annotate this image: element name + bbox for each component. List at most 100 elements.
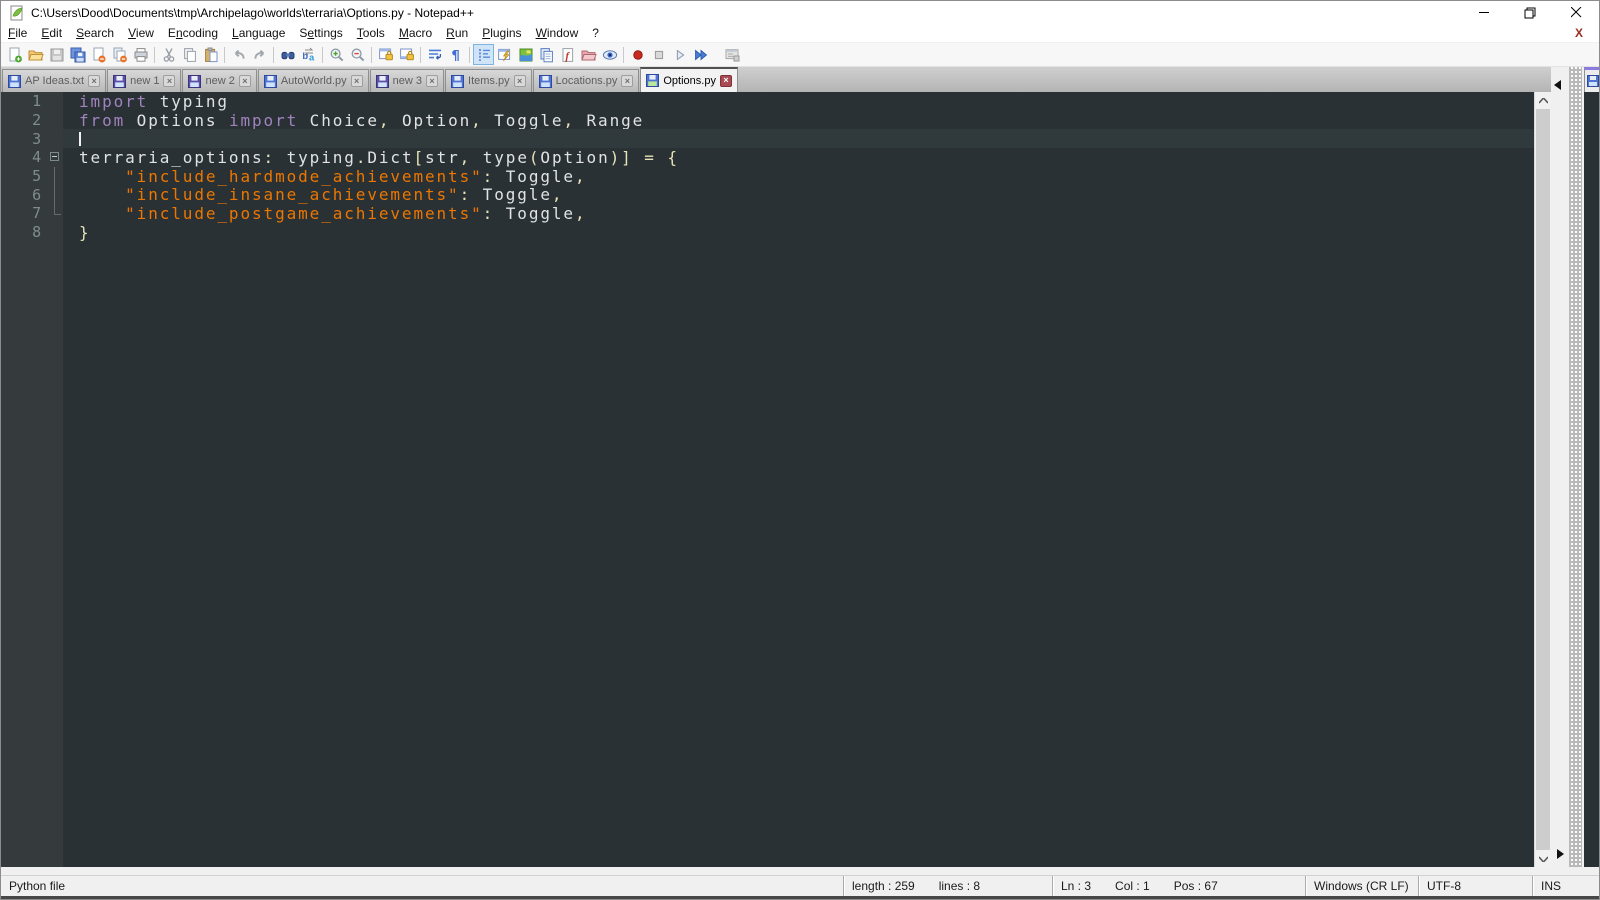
menu-window[interactable]: Window: [529, 24, 586, 42]
line-number: 8: [32, 223, 43, 242]
tab-close-icon[interactable]: ×: [621, 75, 634, 87]
code-line-5[interactable]: 5 "include_hardmode_achievements": Toggl…: [1, 167, 1534, 186]
monitoring-button[interactable]: [599, 44, 620, 65]
menu-run[interactable]: Run: [439, 24, 475, 42]
tab-new-2[interactable]: new 2 ×: [182, 69, 257, 92]
cut-button[interactable]: [158, 44, 179, 65]
undo-button[interactable]: [228, 44, 249, 65]
copy-button[interactable]: [179, 44, 200, 65]
macro-play-button[interactable]: [669, 44, 690, 65]
tab-locations-py[interactable]: Locations.py ×: [532, 69, 640, 92]
restore-button[interactable]: [1507, 1, 1553, 24]
document-map-button[interactable]: [515, 44, 536, 65]
tab-close-icon[interactable]: ×: [88, 75, 101, 87]
menu-bar: File Edit Search View Encoding Language Settin…: [1, 24, 1599, 43]
tab-close-icon[interactable]: ×: [163, 75, 176, 87]
tab-items-py[interactable]: Items.py ×: [445, 69, 532, 92]
find-button[interactable]: [277, 44, 298, 65]
save-all-button[interactable]: [67, 44, 88, 65]
tab-scroll-left-icon[interactable]: [1554, 80, 1561, 90]
tab-close-icon[interactable]: ×: [426, 75, 439, 87]
menu-macro[interactable]: Macro: [392, 24, 439, 42]
menu-plugins[interactable]: Plugins: [475, 24, 528, 42]
macro-record-button[interactable]: [627, 44, 648, 65]
view-splitter[interactable]: [1569, 67, 1582, 867]
show-all-characters-button[interactable]: ¶: [445, 44, 466, 65]
close-document-button[interactable]: [88, 44, 109, 65]
menu-view[interactable]: View: [121, 24, 161, 42]
save-button[interactable]: [46, 44, 67, 65]
zoom-in-icon: [330, 48, 343, 61]
sync-vertical-scroll-button[interactable]: [375, 44, 396, 65]
code-line-4[interactable]: 4 terraria_options: typing. Dict[str, type…: [1, 148, 1534, 167]
code-line-3[interactable]: 3: [1, 129, 1534, 149]
print-button[interactable]: [130, 44, 151, 65]
scroll-down-arrow-icon[interactable]: [1535, 850, 1552, 867]
scroll-up-arrow-icon[interactable]: [1535, 92, 1552, 109]
indent-guide-button[interactable]: [473, 44, 494, 65]
save-icon: [50, 48, 63, 61]
menu-search[interactable]: Search: [69, 24, 121, 42]
menu-language[interactable]: Language: [225, 24, 292, 42]
redo-button[interactable]: [249, 44, 270, 65]
close-all-documents-button[interactable]: [109, 44, 130, 65]
paste-button[interactable]: [200, 44, 221, 65]
sync-horizontal-scroll-button[interactable]: [396, 44, 417, 65]
second-view-tab[interactable]: [1584, 67, 1599, 92]
tab-close-icon[interactable]: ×: [238, 75, 251, 87]
status-insert-mode[interactable]: INS: [1533, 876, 1599, 896]
folder-as-workspace-button[interactable]: [578, 44, 599, 65]
open-folder-button[interactable]: [25, 44, 46, 65]
cut-icon: [163, 47, 174, 62]
tab-close-icon[interactable]: ×: [719, 74, 732, 87]
menu-edit[interactable]: Edit: [34, 24, 69, 42]
zoom-in-button[interactable]: [326, 44, 347, 65]
status-eol-format[interactable]: Windows (CR LF): [1306, 876, 1418, 896]
document-close-x-icon[interactable]: X: [1575, 26, 1583, 40]
macro-save-icon: [725, 48, 739, 61]
fold-guide-line: [54, 166, 55, 186]
tab-close-icon[interactable]: ×: [513, 75, 526, 87]
status-encoding[interactable]: UTF-8: [1419, 876, 1532, 896]
macro-record-icon: [632, 49, 643, 60]
tab-options-py[interactable]: Options.py ×: [640, 67, 738, 92]
line-number: 1: [32, 92, 43, 111]
code-line-1[interactable]: 1 import typing: [1, 92, 1534, 111]
menu-encoding[interactable]: Encoding: [161, 24, 225, 42]
zoom-out-button[interactable]: [347, 44, 368, 65]
tab-close-icon[interactable]: ×: [350, 75, 363, 87]
fold-collapse-icon[interactable]: [50, 152, 59, 162]
vertical-scrollbar[interactable]: [1534, 92, 1551, 867]
code-editor[interactable]: 1 import typing 2 from Options import Choic…: [1, 92, 1534, 867]
sync-horizontal-scroll-icon: [399, 48, 414, 60]
tab-ap-ideas-txt[interactable]: AP Ideas.txt ×: [2, 69, 107, 92]
function-list-button[interactable]: f: [557, 44, 578, 65]
menu-tools[interactable]: Tools: [350, 24, 392, 42]
macro-save-button[interactable]: [721, 44, 742, 65]
replace-button[interactable]: ba: [298, 44, 319, 65]
new-document-button[interactable]: [4, 44, 25, 65]
menu-file[interactable]: File: [1, 24, 34, 42]
menu-help[interactable]: ?: [585, 24, 606, 42]
minimize-button[interactable]: [1461, 1, 1507, 24]
menu-settings[interactable]: Settings: [292, 24, 349, 42]
code-line-6[interactable]: 6 "include_insane_achievements": Toggle,: [1, 185, 1534, 204]
tab-new-1[interactable]: new 1 ×: [107, 69, 182, 92]
tab-scroll-right-icon[interactable]: [1557, 849, 1564, 859]
status-length-lines: length : 259 lines : 8: [844, 876, 1052, 896]
code-line-8[interactable]: 8}: [1, 223, 1534, 242]
code-line-7[interactable]: 7 "include_postgame_achievements": Toggl…: [1, 204, 1534, 223]
toolbar-separator: [420, 46, 421, 63]
macro-stop-button[interactable]: [648, 44, 669, 65]
tab-new-3[interactable]: new 3 ×: [369, 69, 445, 92]
macro-run-multiple-button[interactable]: [690, 44, 711, 65]
tab-label: new 3: [392, 75, 423, 87]
close-button[interactable]: [1553, 1, 1599, 24]
code-line-2[interactable]: 2 from Options import Choice, Option, Tog…: [1, 111, 1534, 130]
tab-autoworld-py[interactable]: AutoWorld.py ×: [257, 69, 369, 92]
scrollbar-thumb[interactable]: [1536, 109, 1550, 850]
document-list-button[interactable]: [536, 44, 557, 65]
function-completion-button[interactable]: [494, 44, 515, 65]
restore-icon: [1524, 7, 1536, 18]
word-wrap-button[interactable]: [424, 44, 445, 65]
